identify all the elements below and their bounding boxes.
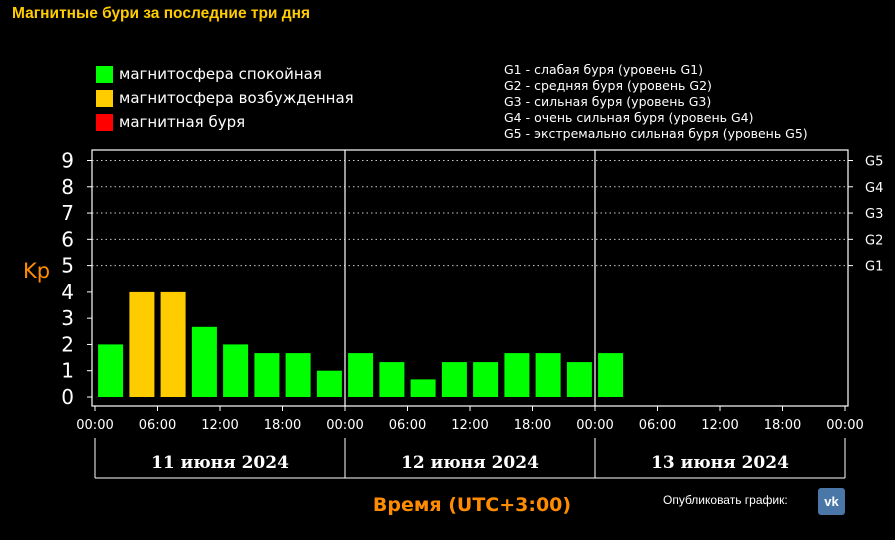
kp-bar bbox=[379, 362, 405, 397]
g-level-tick-label: G5 bbox=[865, 155, 883, 170]
y-tick-label: 1 bbox=[61, 359, 74, 383]
x-tick-label: 18:00 bbox=[264, 418, 301, 433]
y-tick-label: 3 bbox=[61, 306, 74, 330]
kp-bar bbox=[504, 353, 530, 397]
kp-bar bbox=[598, 353, 624, 397]
x-tick-label: 00:00 bbox=[326, 418, 363, 433]
g-level-tick-label: G1 bbox=[865, 260, 883, 275]
g-level-tick-label: G2 bbox=[865, 233, 883, 248]
y-tick-label: 6 bbox=[61, 227, 74, 251]
x-tick-label: 18:00 bbox=[514, 418, 551, 433]
x-tick-label: 06:00 bbox=[639, 418, 676, 433]
kp-bar bbox=[285, 353, 311, 397]
x-tick-label: 00:00 bbox=[826, 418, 863, 433]
kp-bar bbox=[410, 379, 436, 397]
kp-bar bbox=[223, 344, 249, 397]
y-tick-label: 5 bbox=[61, 254, 74, 278]
x-axis-label: Время (UTC+3:00) bbox=[373, 494, 571, 516]
kp-bar bbox=[254, 353, 280, 397]
kp-bar bbox=[441, 362, 467, 397]
kp-chart: 01 2345 6789 G1 G2 G3 G4 G5 Kp 00:00 06:00 12:00 18:… bbox=[23, 149, 883, 517]
vk-share-button[interactable]: vk bbox=[818, 488, 845, 515]
vk-icon: vk bbox=[824, 494, 839, 509]
day-label: 11 июня 2024 bbox=[151, 453, 289, 473]
x-tick-label: 12:00 bbox=[701, 418, 738, 433]
y-axis-label: Kp bbox=[23, 259, 50, 283]
x-tick-label: 12:00 bbox=[201, 418, 238, 433]
y-tick-label: 4 bbox=[61, 280, 74, 304]
x-tick-label: 00:00 bbox=[76, 418, 113, 433]
x-tick-label: 12:00 bbox=[451, 418, 488, 433]
y-tick-label: 9 bbox=[61, 149, 74, 173]
x-tick-label: 00:00 bbox=[576, 418, 613, 433]
share-label: Опубликовать график: bbox=[663, 493, 788, 507]
kp-bar bbox=[566, 362, 592, 397]
day-label: 13 июня 2024 bbox=[651, 453, 789, 473]
x-tick-label: 06:00 bbox=[139, 418, 176, 433]
kp-bar bbox=[316, 370, 342, 397]
x-tick-label: 06:00 bbox=[389, 418, 426, 433]
g-level-tick-label: G3 bbox=[865, 207, 883, 222]
y-tick-label: 8 bbox=[61, 175, 74, 199]
kp-bar bbox=[535, 353, 561, 397]
y-tick-label: 7 bbox=[61, 201, 74, 225]
kp-bar bbox=[473, 362, 499, 397]
y-tick-label: 2 bbox=[61, 332, 74, 356]
kp-bar bbox=[98, 344, 124, 397]
y-tick-label: 0 bbox=[61, 385, 74, 409]
x-tick-label: 18:00 bbox=[764, 418, 801, 433]
kp-bar bbox=[129, 291, 155, 397]
day-label: 12 июня 2024 bbox=[401, 453, 539, 473]
g-level-tick-label: G4 bbox=[865, 181, 883, 196]
kp-bar bbox=[191, 326, 217, 397]
kp-bar bbox=[348, 353, 374, 397]
kp-bar bbox=[160, 291, 186, 397]
